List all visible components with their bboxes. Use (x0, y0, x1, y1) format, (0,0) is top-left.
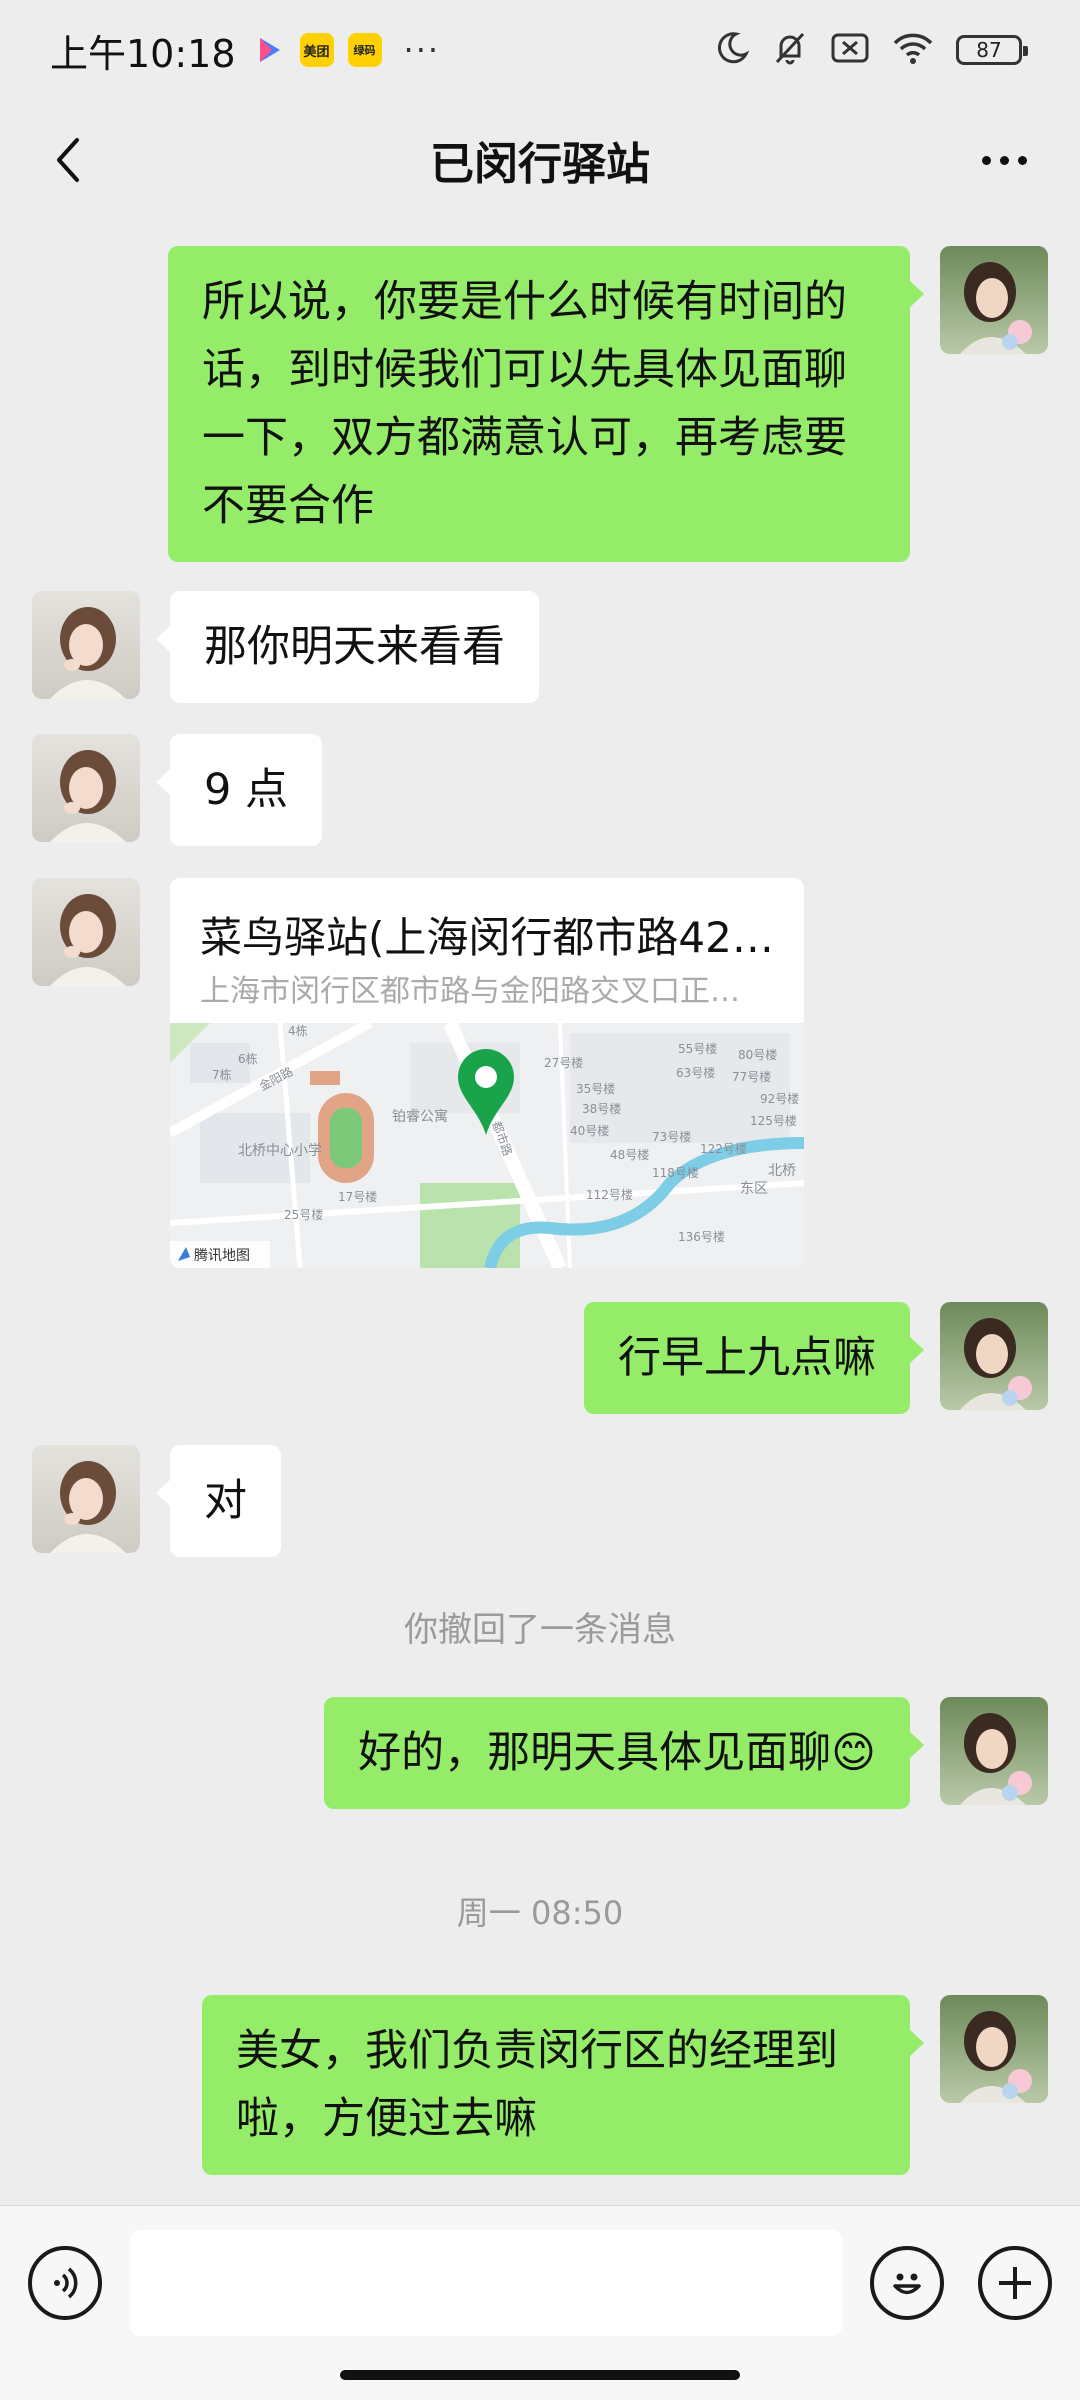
map-label: 4栋 (288, 1023, 308, 1038)
map-label: 77号楼 (732, 1069, 771, 1084)
voice-input-button[interactable] (28, 2246, 102, 2320)
map-label: 27号楼 (544, 1055, 583, 1070)
map-label: 112号楼 (586, 1187, 633, 1202)
map-label: 6栋 (238, 1051, 258, 1066)
back-button[interactable] (38, 130, 98, 190)
map-label: 55号楼 (678, 1041, 717, 1056)
map-label: 92号楼 (760, 1091, 799, 1106)
my-avatar[interactable] (940, 1995, 1048, 2103)
map-label: 25号楼 (284, 1207, 323, 1222)
wifi-icon (892, 31, 934, 69)
voice-icon (54, 2267, 78, 2299)
map-label: 122号楼 (700, 1141, 747, 1156)
location-map[interactable]: 金阳路 北桥中心小学 铂睿公寓 都市路 17号楼 25号楼 4栋 7栋 6栋 2… (170, 1023, 804, 1268)
plus-icon (999, 2267, 1031, 2299)
message-input[interactable] (130, 2230, 842, 2336)
contact-avatar[interactable] (32, 734, 140, 842)
recalled-notice[interactable]: 你撤回了一条消息 (0, 1602, 1080, 1651)
map-label: 40号楼 (570, 1123, 609, 1138)
video-app-icon (252, 33, 286, 67)
home-indicator[interactable] (340, 2370, 740, 2380)
message-bubble-received[interactable]: 那你明天来看看 (156, 591, 539, 703)
map-label: 136号楼 (678, 1229, 725, 1244)
message-bubble-sent[interactable]: 美女，我们负责闵行区的经理到啦，方便过去嘛 (202, 1995, 924, 2175)
contact-avatar[interactable] (32, 591, 140, 699)
mute-bell-icon (772, 30, 808, 70)
my-avatar[interactable] (940, 1302, 1048, 1410)
map-label: 北桥 (768, 1163, 796, 1179)
location-address: 上海市闵行区都市路与金阳路交叉口正… (200, 974, 740, 1009)
health-code-app-icon: 绿码 (347, 33, 382, 67)
chevron-left-icon (57, 138, 79, 182)
message-timestamp: 周一 08:50 (456, 1894, 624, 1932)
map-label: 73号楼 (652, 1129, 691, 1144)
map-label: 铂睿公寓 (392, 1108, 448, 1125)
battery-indicator: 87 (956, 35, 1028, 65)
message-bubble-received[interactable]: 9 点 (155, 734, 323, 846)
more-options-button[interactable] (964, 130, 1044, 190)
contact-avatar[interactable] (32, 1445, 140, 1553)
map-label: 38号楼 (582, 1101, 621, 1116)
more-functions-button[interactable] (978, 2246, 1052, 2320)
tencent-map-logo: 腾讯地图 (170, 1241, 270, 1268)
map-label: 东区 (740, 1181, 768, 1197)
status-icons: 87 (714, 0, 1028, 100)
meituan-app-icon: 美团 (299, 33, 334, 67)
map-label: 63号楼 (676, 1065, 715, 1080)
map-label: 48号楼 (610, 1147, 649, 1162)
map-label: 35号楼 (576, 1081, 615, 1096)
message-bubble-sent[interactable]: 所以说，你要是什么时候有时间的话，到时候我们可以先具体见面聊一下，双方都满意认可… (168, 246, 924, 562)
message-bubble-received[interactable]: 对 (156, 1445, 281, 1557)
map-label: 125号楼 (750, 1113, 797, 1128)
location-title: 菜鸟驿站(上海闵行都市路42… (200, 913, 774, 962)
status-bar: 上午10:18 美团 绿码 ··· 87 (0, 0, 1080, 100)
message-bubble-sent[interactable]: 行早上九点嘛 (584, 1302, 924, 1414)
svg-text:腾讯地图: 腾讯地图 (194, 1247, 250, 1264)
chat-title: 已闵行驿站 (430, 139, 650, 190)
moon-icon (714, 30, 750, 70)
contact-avatar[interactable] (32, 878, 140, 986)
map-label: 7栋 (212, 1067, 232, 1082)
message-bubble-sent[interactable]: 好的，那明天具体见面聊😊 (324, 1697, 924, 1809)
map-label: 80号楼 (738, 1047, 777, 1062)
map-label: 北桥中心小学 (238, 1143, 322, 1159)
my-avatar[interactable] (940, 246, 1048, 354)
emoji-button[interactable] (870, 2246, 944, 2320)
no-sim-icon (830, 31, 870, 69)
map-label: 118号楼 (652, 1165, 699, 1180)
location-card[interactable]: 菜鸟驿站(上海闵行都市路42… 上海市闵行区都市路与金阳路交叉口正… 金阳路 北… (170, 878, 804, 1268)
chat-header: 已闵行驿站 (0, 100, 1080, 220)
my-avatar[interactable] (940, 1697, 1048, 1805)
status-time: 上午10:18 (50, 31, 236, 76)
smiley-icon (893, 2273, 921, 2295)
more-notifications-icon: ··· (403, 31, 441, 69)
map-label: 17号楼 (338, 1189, 377, 1204)
